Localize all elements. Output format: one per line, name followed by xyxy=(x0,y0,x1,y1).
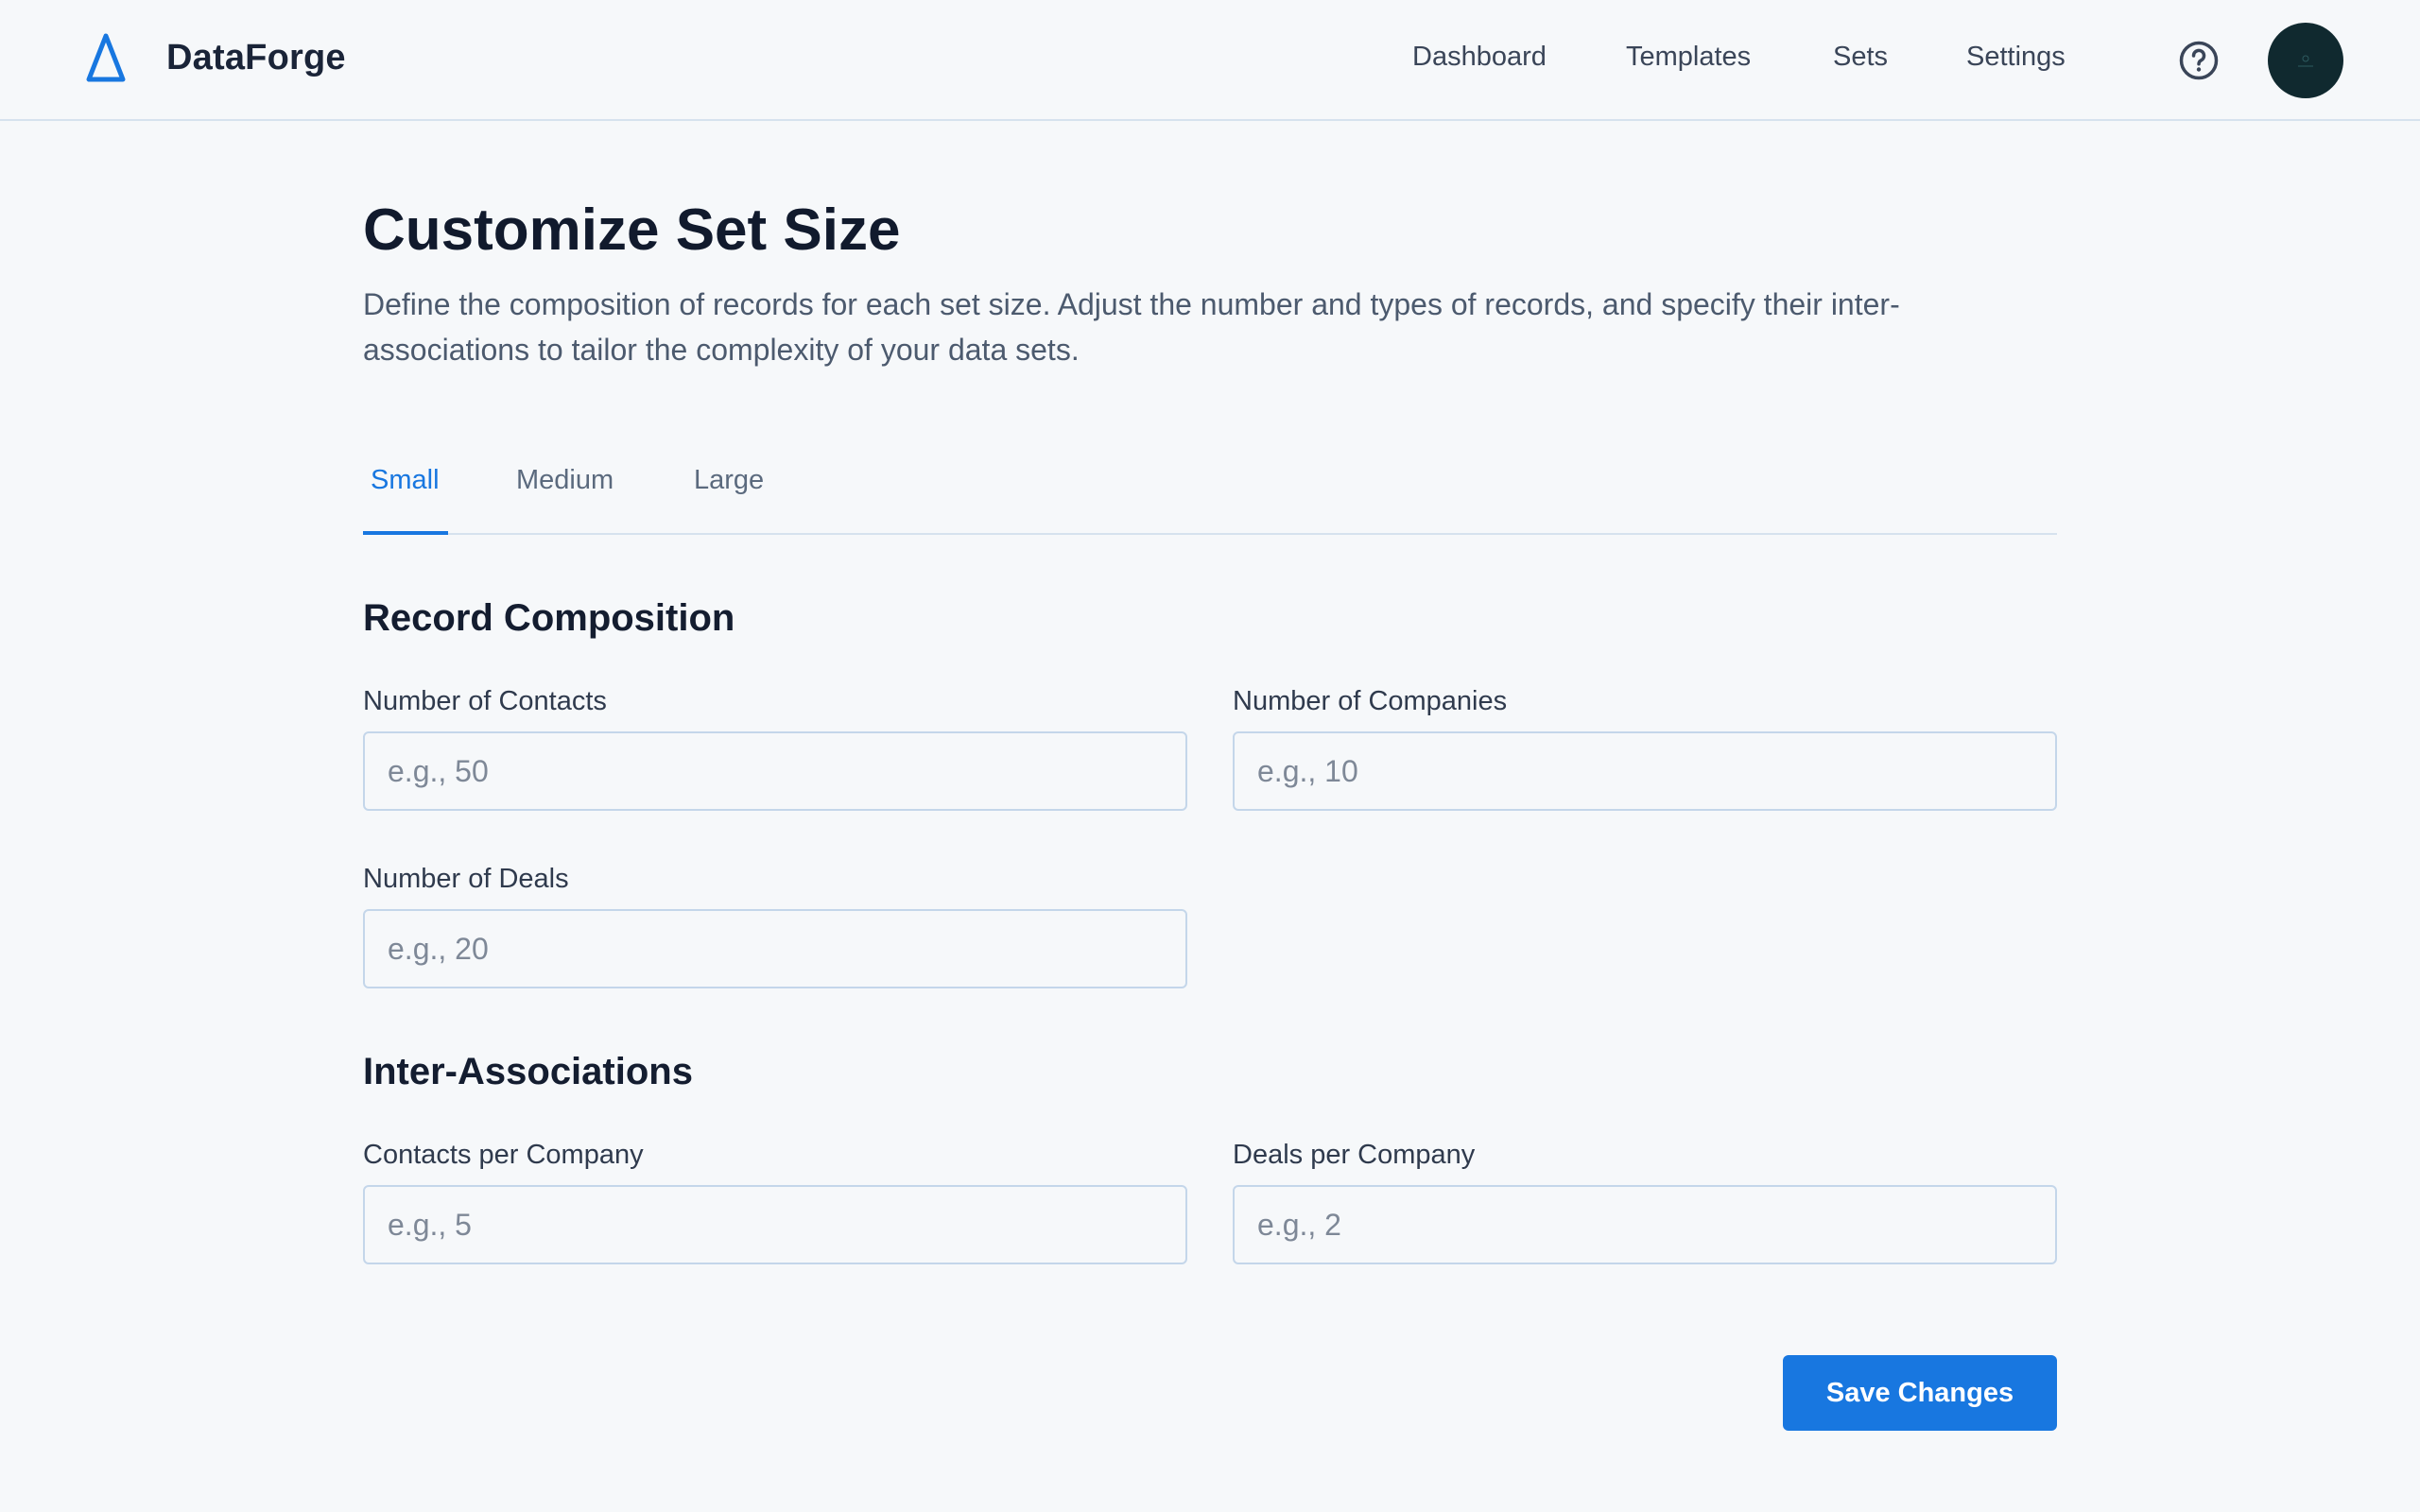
top-header: DataForge Dashboard Templates Sets Setti… xyxy=(0,0,2420,121)
nav-templates[interactable]: Templates xyxy=(1626,42,1751,73)
page-description: Define the composition of records for ea… xyxy=(363,287,1900,367)
contacts-per-company-label: Contacts per Company xyxy=(363,1140,644,1170)
tab-medium[interactable]: Medium xyxy=(516,465,614,496)
deals-label: Number of Deals xyxy=(363,864,569,894)
deals-input[interactable] xyxy=(363,909,1187,988)
tab-large[interactable]: Large xyxy=(694,465,764,496)
avatar-pattern-icon xyxy=(2298,55,2313,67)
nav-dashboard[interactable]: Dashboard xyxy=(1412,42,1547,73)
page-title: Customize Set Size xyxy=(363,198,901,263)
contacts-per-company-input[interactable] xyxy=(363,1185,1187,1264)
nav-sets[interactable]: Sets xyxy=(1833,42,1888,73)
nav-settings[interactable]: Settings xyxy=(1966,42,2066,73)
save-changes-button[interactable]: Save Changes xyxy=(1783,1355,2057,1431)
record-composition-title: Record Composition xyxy=(363,597,735,639)
question-circle-icon[interactable] xyxy=(2178,40,2220,81)
companies-input[interactable] xyxy=(1233,731,2057,811)
deals-per-company-label: Deals per Company xyxy=(1233,1140,1476,1170)
companies-label: Number of Companies xyxy=(1233,686,1508,716)
main-nav: Dashboard Templates Sets Settings xyxy=(0,42,2420,79)
active-tab-indicator xyxy=(363,531,448,535)
tab-small[interactable]: Small xyxy=(371,465,440,496)
contacts-input[interactable] xyxy=(363,731,1187,811)
inter-associations-title: Inter-Associations xyxy=(363,1051,693,1092)
deals-per-company-input[interactable] xyxy=(1233,1185,2057,1264)
set-size-tabs: Small Medium Large xyxy=(363,444,2057,535)
contacts-label: Number of Contacts xyxy=(363,686,607,716)
user-avatar[interactable] xyxy=(2268,23,2343,98)
